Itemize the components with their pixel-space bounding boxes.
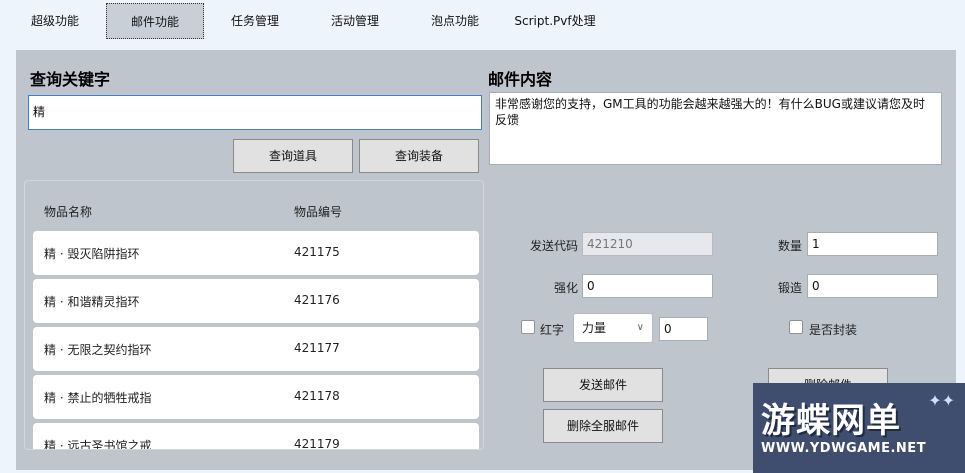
butterfly-icon: ✦✦ <box>928 391 955 410</box>
forge-input[interactable]: 0 <box>807 274 938 298</box>
quantity-label: 数量 <box>777 239 802 253</box>
item-id: 421177 <box>294 341 340 355</box>
item-name: 精 · 和谐精灵指环 <box>44 295 140 309</box>
list-header: 物品名称 物品编号 <box>25 181 483 229</box>
chevron-down-icon: ∨ <box>636 322 644 333</box>
item-id: 421179 <box>294 437 340 450</box>
search-title: 查询关键字 <box>30 70 111 89</box>
list-item[interactable]: 精 · 远古圣书馆之戒 421179 <box>33 423 479 450</box>
tab-bar: 超级功能 邮件功能 任务管理 活动管理 泡点功能 Script.Pvf处理 <box>0 0 965 44</box>
list-item[interactable]: 精 · 禁止的牺牲戒指 421178 <box>33 375 479 419</box>
item-list: 物品名称 物品编号 精 · 毁灭陷阱指环 421175 精 · 和谐精灵指环 4… <box>24 180 484 450</box>
tab-task-management[interactable]: 任务管理 <box>218 3 292 39</box>
tab-activity-management[interactable]: 活动管理 <box>318 3 392 39</box>
red-attribute-select[interactable]: 力量 ∨ <box>573 313 653 343</box>
item-id: 421176 <box>294 293 340 307</box>
tab-script-pvf[interactable]: Script.Pvf处理 <box>508 3 602 39</box>
red-text-label: 红字 <box>540 323 565 337</box>
item-name: 精 · 毁灭陷阱指环 <box>44 247 140 261</box>
red-attribute-value: 力量 <box>582 321 607 335</box>
tab-mail-functions[interactable]: 邮件功能 <box>106 3 204 39</box>
mail-content-textarea[interactable]: 非常感谢您的支持，GM工具的功能会越来越强大的！有什么BUG或建议请您及时反馈 <box>489 92 942 165</box>
send-code-input[interactable]: 421210 <box>582 232 713 256</box>
send-code-label: 发送代码 <box>529 239 578 253</box>
tab-bubble-functions[interactable]: 泡点功能 <box>418 3 492 39</box>
watermark-title: 游蝶网单 <box>761 401 901 441</box>
red-text-checkbox[interactable] <box>521 320 535 334</box>
mail-content-title: 邮件内容 <box>488 70 553 89</box>
quantity-input[interactable]: 1 <box>807 232 938 256</box>
search-input[interactable]: 精 <box>28 95 482 130</box>
tab-super-functions[interactable]: 超级功能 <box>18 3 92 39</box>
column-item-name: 物品名称 <box>44 205 93 219</box>
seal-label: 是否封装 <box>809 323 858 337</box>
item-name: 精 · 无限之契约指环 <box>44 343 152 357</box>
watermark-logo: 游蝶网单 ✦✦ WWW.YDWGAME.NET <box>753 383 965 473</box>
seal-checkbox[interactable] <box>789 320 803 334</box>
list-item[interactable]: 精 · 毁灭陷阱指环 421175 <box>33 231 479 275</box>
send-mail-button[interactable]: 发送邮件 <box>543 368 663 402</box>
enhance-input[interactable]: 0 <box>582 274 713 298</box>
watermark-url: WWW.YDWGAME.NET <box>761 441 927 456</box>
enhance-label: 强化 <box>553 281 578 295</box>
item-name: 精 · 禁止的牺牲戒指 <box>44 391 152 405</box>
query-equipment-button[interactable]: 查询装备 <box>359 139 479 173</box>
item-id: 421175 <box>294 245 340 259</box>
item-id: 421178 <box>294 389 340 403</box>
red-value-input[interactable]: 0 <box>659 317 708 341</box>
delete-all-mail-button[interactable]: 删除全服邮件 <box>543 409 663 443</box>
item-name: 精 · 远古圣书馆之戒 <box>44 439 152 450</box>
query-item-button[interactable]: 查询道具 <box>233 139 353 173</box>
list-item[interactable]: 精 · 和谐精灵指环 421176 <box>33 279 479 323</box>
forge-label: 锻造 <box>777 281 802 295</box>
column-item-id: 物品编号 <box>294 205 343 219</box>
list-item[interactable]: 精 · 无限之契约指环 421177 <box>33 327 479 371</box>
